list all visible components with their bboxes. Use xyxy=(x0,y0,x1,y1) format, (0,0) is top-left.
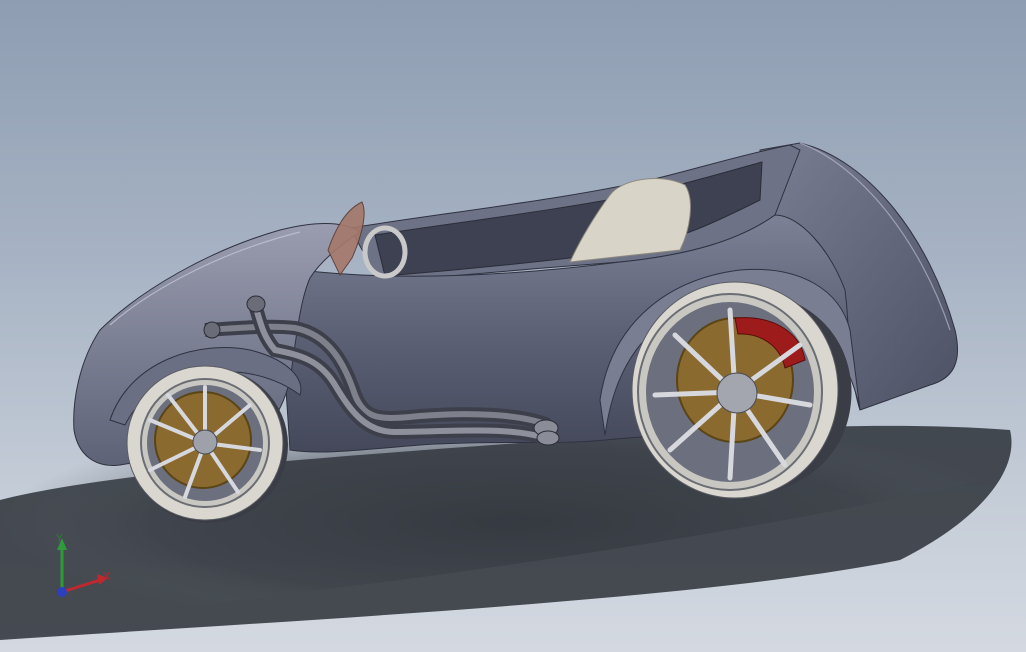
x-axis-arrow xyxy=(61,578,101,594)
graphics-viewport[interactable]: Y X xyxy=(0,0,1026,652)
z-axis-dot xyxy=(57,587,67,597)
windscreen xyxy=(327,201,365,276)
coordinate-triad: Y X xyxy=(55,532,111,597)
car-model-scene[interactable] xyxy=(0,0,1026,652)
x-axis-label: X xyxy=(103,570,111,583)
rear-hub xyxy=(716,372,758,414)
y-axis-label: Y xyxy=(55,532,63,545)
front-wheel[interactable] xyxy=(126,365,288,523)
front-hub xyxy=(192,429,218,455)
